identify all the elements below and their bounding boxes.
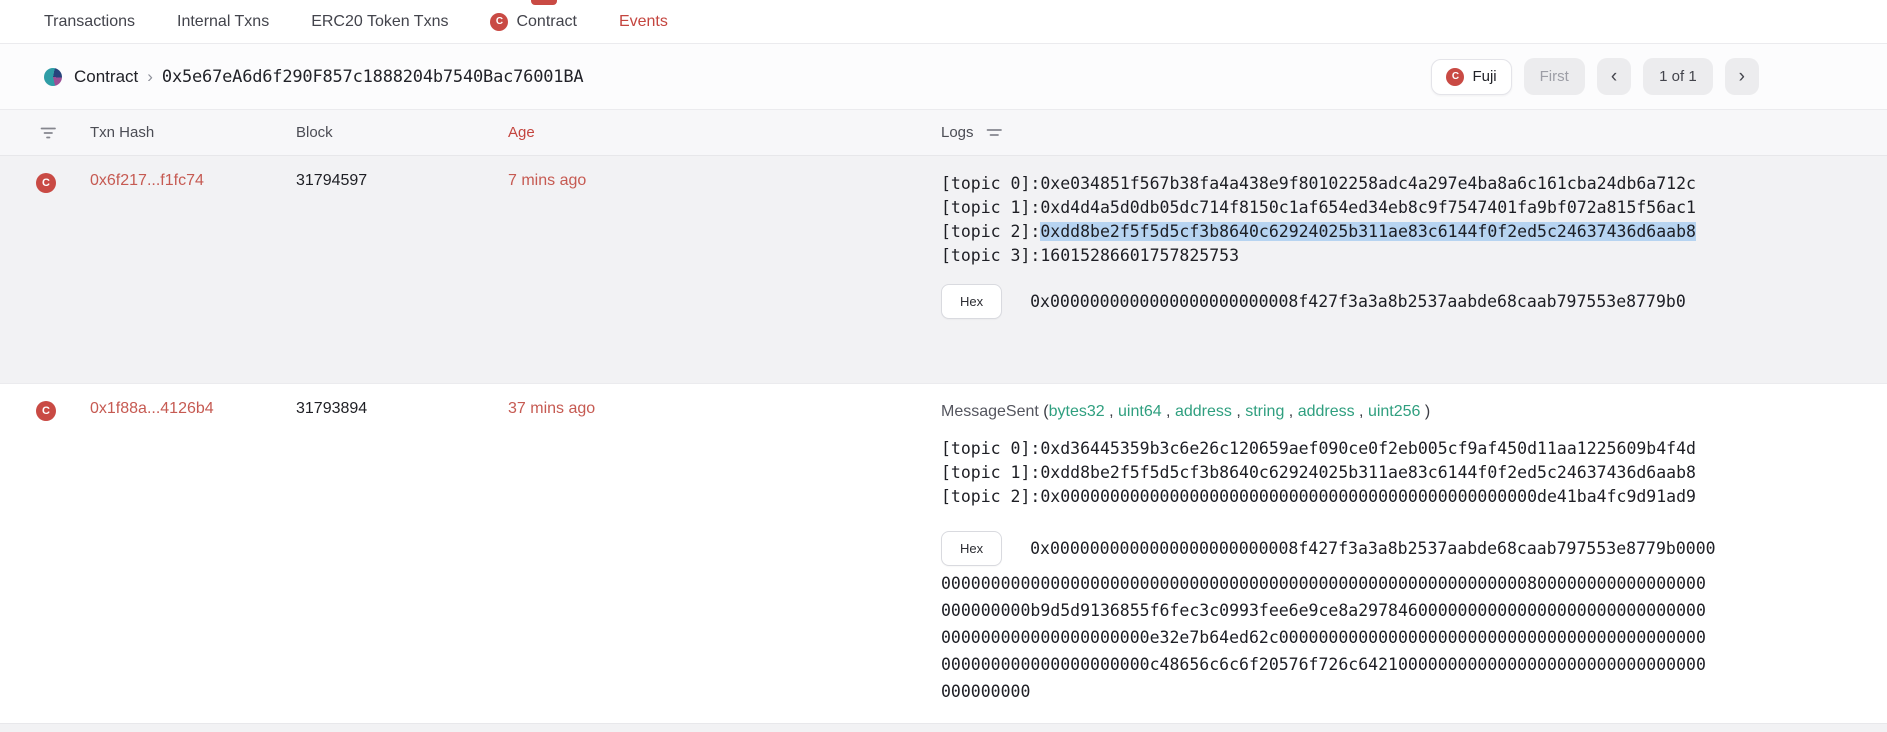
topic-line: [topic 1]:0xd4d4a5d0db05dc714f8150c1af65… xyxy=(941,196,1756,220)
column-header-block: Block xyxy=(296,124,508,141)
c-chain-icon: C xyxy=(1446,68,1464,86)
breadcrumb-separator-icon: › xyxy=(147,67,153,87)
pagination-page-indicator: 1 of 1 xyxy=(1643,58,1713,95)
log-data-line: 000000000000000000000e32e7b64ed62c000000… xyxy=(941,624,1756,651)
tab-erc20-token-txns[interactable]: ERC20 Token Txns xyxy=(311,13,448,31)
tab-bar: Transactions Internal Txns ERC20 Token T… xyxy=(0,0,1887,44)
contract-header: Contract › 0x5e67eA6d6f290F857c1888204b7… xyxy=(0,44,1887,110)
network-globe-icon xyxy=(44,68,62,86)
column-header-logs: Logs xyxy=(941,124,974,141)
tab-contract-label: Contract xyxy=(516,13,576,31)
event-row: C 0x6f217...f1fc74 31794597 7 mins ago [… xyxy=(0,156,1887,384)
c-chain-badge: C xyxy=(36,173,56,193)
event-signature: MessageSent (bytes32 , uint64 , address … xyxy=(941,400,1756,424)
pagination-first-button[interactable]: First xyxy=(1524,58,1585,95)
log-data-line: 000000000 xyxy=(941,678,1756,705)
hex-toggle-button[interactable]: Hex xyxy=(941,531,1002,566)
c-chain-badge: C xyxy=(36,401,56,421)
topic-line: [topic 2]:0x0000000000000000000000000000… xyxy=(941,485,1756,509)
logs-filter-icon[interactable] xyxy=(986,126,1003,140)
topic-line: [topic 3]:16015286601757825753 xyxy=(941,244,1756,268)
age-value[interactable]: 7 mins ago xyxy=(508,156,941,250)
log-data-line: 000000000b9d5d9136855f6fec3c0993fee6e9ce… xyxy=(941,597,1756,624)
age-value[interactable]: 37 mins ago xyxy=(508,384,941,436)
topic-line: [topic 2]:0xdd8be2f5f5d5cf3b8640c6292402… xyxy=(941,220,1756,244)
network-badge[interactable]: C Fuji xyxy=(1431,59,1511,95)
column-header-txn-hash: Txn Hash xyxy=(90,124,296,141)
column-header-age-toggle[interactable]: Age xyxy=(508,124,941,141)
log-data-block: Hex 0x0000000000000000000000008f427f3a3a… xyxy=(941,284,1756,319)
log-data-line: 0x0000000000000000000000008f427f3a3a8b25… xyxy=(1030,535,1715,562)
header-controls: C Fuji First ‹ 1 of 1 › xyxy=(1431,58,1759,95)
topics-list: [topic 0]:0xe034851f567b38fa4a438e9f8010… xyxy=(941,172,1756,268)
log-data-block: Hex 0x0000000000000000000000008f427f3a3a… xyxy=(941,531,1756,705)
topic-line: [topic 0]:0xd36445359b3c6e26c120659aef09… xyxy=(941,437,1756,461)
tab-contract[interactable]: C Contract xyxy=(490,13,576,31)
contract-address: 0x5e67eA6d6f290F857c1888204b7540Bac76001… xyxy=(162,67,583,87)
event-row: C 0x1f88a...4126b4 31793894 37 mins ago … xyxy=(0,384,1887,724)
log-data-line: 000000000000000000000c48656c6c6f20576f72… xyxy=(941,651,1756,678)
breadcrumb-label: Contract xyxy=(74,67,138,87)
tab-transactions[interactable]: Transactions xyxy=(44,13,135,31)
block-number: 31794597 xyxy=(296,156,508,250)
events-page: Transactions Internal Txns ERC20 Token T… xyxy=(0,0,1887,732)
topics-list: [topic 0]:0xd36445359b3c6e26c120659aef09… xyxy=(941,437,1756,509)
pagination-prev-button[interactable]: ‹ xyxy=(1597,58,1631,95)
filter-icon[interactable] xyxy=(40,126,57,140)
txn-hash-link[interactable]: 0x6f217...f1fc74 xyxy=(90,172,204,189)
breadcrumb: Contract › 0x5e67eA6d6f290F857c1888204b7… xyxy=(44,67,583,87)
hex-toggle-button[interactable]: Hex xyxy=(941,284,1002,319)
log-data-line: 0x0000000000000000000000008f427f3a3a8b25… xyxy=(1030,288,1686,315)
tab-events[interactable]: Events xyxy=(619,13,668,31)
topic-line: [topic 1]:0xdd8be2f5f5d5cf3b8640c6292402… xyxy=(941,461,1756,485)
next-row-preview xyxy=(0,724,1887,732)
cutoff-red-element xyxy=(531,0,557,5)
tab-internal-txns[interactable]: Internal Txns xyxy=(177,13,269,31)
table-header: Txn Hash Block Age Logs xyxy=(0,110,1887,156)
log-data-line: 0000000000000000000000000000000000000000… xyxy=(941,570,1756,597)
block-number: 31793894 xyxy=(296,384,508,436)
txn-hash-link[interactable]: 0x1f88a...4126b4 xyxy=(90,400,214,417)
topic-line: [topic 0]:0xe034851f567b38fa4a438e9f8010… xyxy=(941,172,1756,196)
network-badge-label: Fuji xyxy=(1472,68,1496,85)
pagination-next-button[interactable]: › xyxy=(1725,58,1759,95)
c-chain-icon: C xyxy=(490,13,508,31)
log-data-continuation: 0000000000000000000000000000000000000000… xyxy=(941,570,1756,705)
